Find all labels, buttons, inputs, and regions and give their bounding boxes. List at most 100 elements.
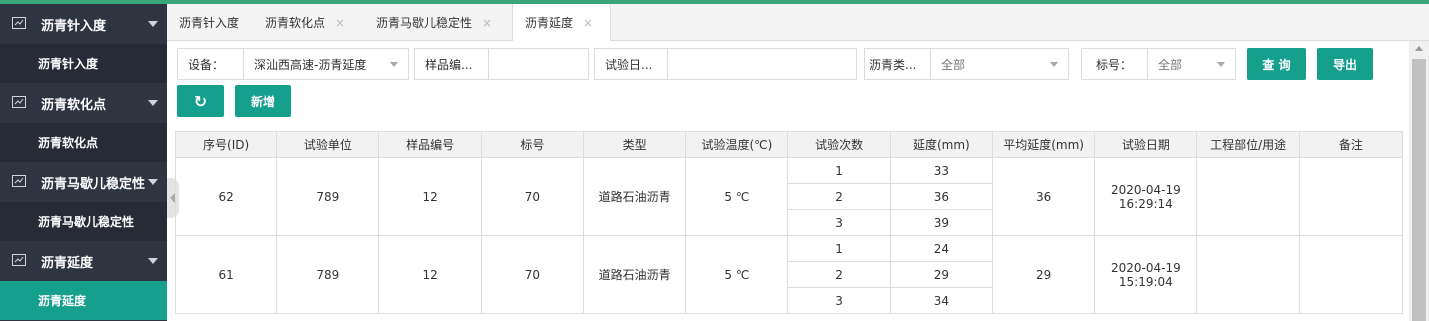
add-button[interactable]: 新增 bbox=[235, 85, 291, 117]
date-text: 2020-04-19 bbox=[1110, 182, 1181, 197]
cell-id: 62 bbox=[174, 157, 278, 236]
header-trials[interactable]: 试验次数 bbox=[787, 131, 891, 158]
asphalt-type-value: 全部 bbox=[941, 57, 966, 72]
device-value: 深汕西高速-沥青延度 bbox=[254, 57, 367, 72]
tab-marshall[interactable]: 沥青马歇儿稳定性 × bbox=[376, 4, 492, 41]
refresh-icon[interactable]: ↻ bbox=[177, 85, 224, 117]
cell-note bbox=[1298, 157, 1404, 236]
header-part[interactable]: 工程部位/用途 bbox=[1196, 131, 1300, 158]
sidebar-group-label: 沥青软化点 bbox=[41, 97, 107, 113]
table-row[interactable]: 62 789 12 70 道路石油沥青 5 ℃ 1 33 36 2020-04-… bbox=[174, 157, 1404, 236]
chevron-down-icon bbox=[148, 258, 158, 264]
sidebar-group-marshall[interactable]: 沥青马歇儿稳定性 bbox=[0, 162, 167, 202]
cell-sample: 12 bbox=[378, 157, 482, 236]
sidebar-group-softening[interactable]: 沥青软化点 bbox=[0, 83, 167, 123]
sidebar-group-label: 沥青马歇儿稳定性 bbox=[41, 176, 146, 192]
cell-trial-no: 1 bbox=[787, 235, 891, 262]
tab-ductility[interactable]: 沥青延度 × bbox=[512, 4, 611, 41]
sidebar-item-penetration[interactable]: 沥青针入度 bbox=[0, 44, 167, 83]
cell-ductility: 29 bbox=[889, 261, 993, 288]
cell-mark: 70 bbox=[480, 157, 584, 236]
time-text: 15:19:04 bbox=[1118, 274, 1173, 289]
test-date-field[interactable]: 试验日... bbox=[594, 48, 857, 80]
query-button[interactable]: 查 询 bbox=[1247, 48, 1306, 80]
cell-sample: 12 bbox=[378, 235, 482, 314]
sidebar-group-penetration[interactable]: 沥青针入度 bbox=[0, 4, 167, 44]
chart-icon bbox=[12, 96, 26, 108]
header-type[interactable]: 类型 bbox=[582, 131, 687, 158]
vertical-scrollbar[interactable] bbox=[1409, 41, 1429, 321]
tab-label: 沥青软化点 bbox=[265, 16, 326, 30]
header-mark[interactable]: 标号 bbox=[480, 131, 584, 158]
chart-icon bbox=[12, 175, 26, 187]
sidebar-item-marshall[interactable]: 沥青马歇儿稳定性 bbox=[0, 202, 167, 241]
sample-no-input[interactable] bbox=[489, 49, 588, 79]
chevron-down-icon bbox=[148, 21, 158, 27]
cell-mark: 70 bbox=[480, 235, 584, 314]
table-row[interactable]: 61 789 12 70 道路石油沥青 5 ℃ 1 24 29 2020-04-… bbox=[174, 235, 1404, 314]
scrollbar-thumb[interactable] bbox=[1412, 59, 1426, 321]
cell-ductility: 39 bbox=[889, 209, 993, 236]
date-text: 2020-04-19 bbox=[1110, 260, 1181, 275]
sidebar: 沥青针入度 沥青针入度 沥青软化点 沥青软化点 沥青马歇儿稳定性 沥青马歇儿稳定… bbox=[0, 4, 167, 321]
header-temp[interactable]: 试验温度(℃) bbox=[685, 131, 789, 158]
tab-label: 沥青延度 bbox=[525, 16, 574, 30]
cell-type: 道路石油沥青 bbox=[582, 235, 687, 314]
device-select[interactable]: 设备： 深汕西高速-沥青延度 bbox=[177, 48, 409, 80]
cell-trial-no: 2 bbox=[787, 183, 891, 210]
tab-bar: 沥青针入度 沥青软化点 × 沥青马歇儿稳定性 × 沥青延度 × bbox=[167, 4, 1429, 41]
sidebar-group-ductility[interactable]: 沥青延度 bbox=[0, 241, 167, 281]
close-icon[interactable]: × bbox=[583, 16, 593, 30]
tab-softening[interactable]: 沥青软化点 × bbox=[265, 4, 345, 41]
cell-part bbox=[1196, 235, 1300, 314]
close-icon[interactable]: × bbox=[335, 16, 345, 30]
cell-temp: 5 ℃ bbox=[685, 235, 789, 314]
cell-id: 61 bbox=[174, 235, 278, 314]
export-button[interactable]: 导出 bbox=[1317, 48, 1373, 80]
tab-penetration[interactable]: 沥青针入度 bbox=[179, 4, 239, 41]
mark-select[interactable]: 标号： 全部 bbox=[1081, 48, 1236, 80]
sample-no-label: 样品编... bbox=[415, 49, 489, 79]
cell-unit: 789 bbox=[276, 157, 380, 236]
header-ductility[interactable]: 延度(mm) bbox=[889, 131, 993, 158]
header-id[interactable]: 序号(ID) bbox=[174, 131, 278, 158]
header-date[interactable]: 试验日期 bbox=[1094, 131, 1198, 158]
cell-avg: 36 bbox=[991, 157, 1096, 236]
header-note[interactable]: 备注 bbox=[1298, 131, 1404, 158]
sidebar-item-softening[interactable]: 沥青软化点 bbox=[0, 123, 167, 162]
cell-type: 道路石油沥青 bbox=[582, 157, 687, 236]
sidebar-item-ductility[interactable]: 沥青延度 bbox=[0, 281, 167, 320]
close-icon[interactable]: × bbox=[482, 16, 492, 30]
sample-no-field[interactable]: 样品编... bbox=[414, 48, 589, 80]
test-date-label: 试验日... bbox=[595, 49, 668, 79]
cell-trial-no: 2 bbox=[787, 261, 891, 288]
cell-ductility: 33 bbox=[889, 157, 993, 184]
header-sample[interactable]: 样品编号 bbox=[378, 131, 482, 158]
ductility-table: 序号(ID) 试验单位 样品编号 标号 类型 试验温度(℃) 试验次数 延度(m… bbox=[174, 131, 1404, 314]
cell-note bbox=[1298, 235, 1404, 314]
chevron-down-icon bbox=[1217, 62, 1225, 67]
asphalt-type-label: 沥青类... bbox=[865, 49, 931, 79]
cell-trial-no: 3 bbox=[787, 287, 891, 314]
tab-label: 沥青马歇儿稳定性 bbox=[376, 16, 473, 30]
chevron-down-icon bbox=[390, 62, 398, 67]
device-label: 设备： bbox=[178, 49, 244, 79]
cell-ductility: 34 bbox=[889, 287, 993, 314]
tab-label: 沥青针入度 bbox=[179, 16, 240, 30]
cell-unit: 789 bbox=[276, 235, 380, 314]
mark-label: 标号： bbox=[1082, 49, 1148, 79]
cell-avg: 29 bbox=[991, 235, 1096, 314]
chevron-down-icon bbox=[1050, 62, 1058, 67]
cell-part bbox=[1196, 157, 1300, 236]
cell-ductility: 24 bbox=[889, 235, 993, 262]
header-unit[interactable]: 试验单位 bbox=[276, 131, 380, 158]
cell-temp: 5 ℃ bbox=[685, 157, 789, 236]
asphalt-type-select[interactable]: 沥青类... 全部 bbox=[864, 48, 1069, 80]
header-avg[interactable]: 平均延度(mm) bbox=[991, 131, 1096, 158]
chart-icon bbox=[12, 254, 26, 266]
cell-date: 2020-04-19 15:19:04 bbox=[1094, 235, 1198, 314]
scroll-up-icon[interactable] bbox=[1415, 46, 1423, 51]
cell-ductility: 36 bbox=[889, 183, 993, 210]
sidebar-group-label: 沥青针入度 bbox=[41, 18, 107, 34]
test-date-input[interactable] bbox=[668, 49, 856, 79]
